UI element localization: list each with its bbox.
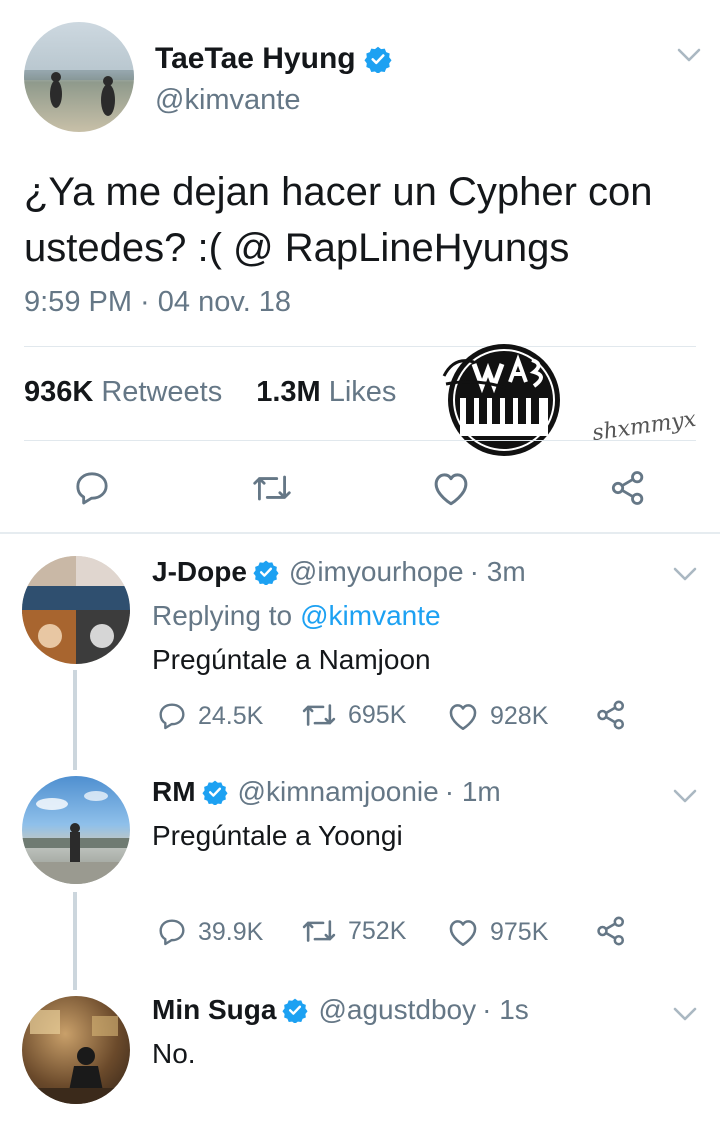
retweets-label[interactable]: Retweets — [101, 376, 222, 409]
reply-count: 24.5K — [198, 701, 264, 730]
retweet-icon — [302, 704, 336, 726]
divider — [24, 440, 696, 441]
replying-to-link[interactable]: @kimvante — [300, 600, 440, 632]
display-name[interactable]: TaeTae Hyung — [155, 42, 356, 76]
like-count: 928K — [490, 701, 549, 730]
reply-action[interactable]: 39.9K — [156, 916, 263, 948]
share-icon[interactable] — [608, 468, 648, 508]
chevron-down-icon[interactable] — [672, 788, 698, 804]
reply-icon[interactable] — [72, 468, 112, 508]
avatar-photo-icon — [22, 791, 130, 884]
like-action[interactable]: 928K — [446, 700, 548, 732]
reply-count: 39.9K — [198, 917, 264, 946]
verified-badge-icon — [282, 998, 309, 1023]
tweet-text: ¿Ya me dejan hacer un Cypher con ustedes… — [24, 170, 653, 270]
watermark-logo — [434, 334, 574, 460]
reply-icon — [159, 919, 185, 946]
tweet-text: Pregúntale a Namjoon — [152, 644, 431, 675]
engagement-stats: 936K Retweets 1.3M Likes — [24, 376, 396, 409]
time-ago[interactable]: · 3m — [470, 556, 526, 588]
retweets-count[interactable]: 936K — [24, 376, 93, 409]
retweet-count: 695K — [348, 700, 407, 729]
like-count: 975K — [490, 917, 549, 946]
retweet-action[interactable]: 752K — [300, 916, 406, 946]
wab-suga-logo-icon — [442, 344, 560, 456]
divider — [24, 346, 696, 347]
share-icon[interactable] — [594, 914, 628, 948]
retweet-icon[interactable] — [250, 470, 294, 506]
verified-badge-icon — [201, 780, 228, 805]
reply-icon — [159, 703, 185, 730]
avatar[interactable] — [22, 556, 130, 664]
chevron-down-icon[interactable] — [672, 566, 698, 582]
timestamp[interactable]: 9:59 PM · 04 nov. 18 — [24, 286, 291, 319]
verified-badge-icon — [364, 46, 392, 73]
tweet-text: No. — [152, 1038, 196, 1069]
thread-line — [73, 670, 77, 770]
handle[interactable]: @agustdboy — [318, 994, 476, 1026]
time-ago[interactable]: · 1s — [482, 994, 529, 1026]
avatar[interactable] — [22, 776, 130, 884]
thread-line — [73, 892, 77, 990]
display-name[interactable]: Min Suga — [152, 994, 276, 1026]
retweet-count: 752K — [348, 916, 407, 945]
display-name[interactable]: J-Dope — [152, 556, 247, 588]
chevron-down-icon[interactable] — [672, 1006, 698, 1022]
chevron-down-icon[interactable] — [676, 47, 702, 63]
retweet-icon — [302, 920, 336, 942]
handle[interactable]: @imyourhope — [289, 556, 464, 588]
retweet-action[interactable]: 695K — [300, 700, 406, 730]
like-heart-icon — [449, 704, 477, 731]
time-ago[interactable]: · 1m — [445, 776, 501, 808]
avatar[interactable] — [22, 996, 130, 1104]
handle[interactable]: @kimnamjoonie — [238, 776, 439, 808]
avatar-photo-icon — [22, 556, 130, 664]
section-gap — [0, 532, 720, 534]
like-heart-icon — [449, 920, 477, 947]
share-icon[interactable] — [594, 698, 628, 732]
handle[interactable]: @kimvante — [155, 84, 300, 117]
tweet-text: Pregúntale a Yoongi — [152, 820, 403, 851]
avatar-photo-icon — [22, 1010, 130, 1104]
likes-count[interactable]: 1.3M — [256, 376, 320, 409]
like-heart-icon[interactable] — [430, 468, 472, 508]
reply-action[interactable]: 24.5K — [156, 700, 263, 732]
verified-badge-icon — [253, 560, 279, 585]
replying-to-prefix: Replying to — [152, 600, 293, 631]
avatar[interactable] — [24, 22, 134, 132]
likes-label[interactable]: Likes — [329, 376, 397, 409]
display-name[interactable]: RM — [152, 776, 196, 808]
like-action[interactable]: 975K — [446, 916, 548, 948]
avatar-photo-icon — [24, 70, 134, 116]
